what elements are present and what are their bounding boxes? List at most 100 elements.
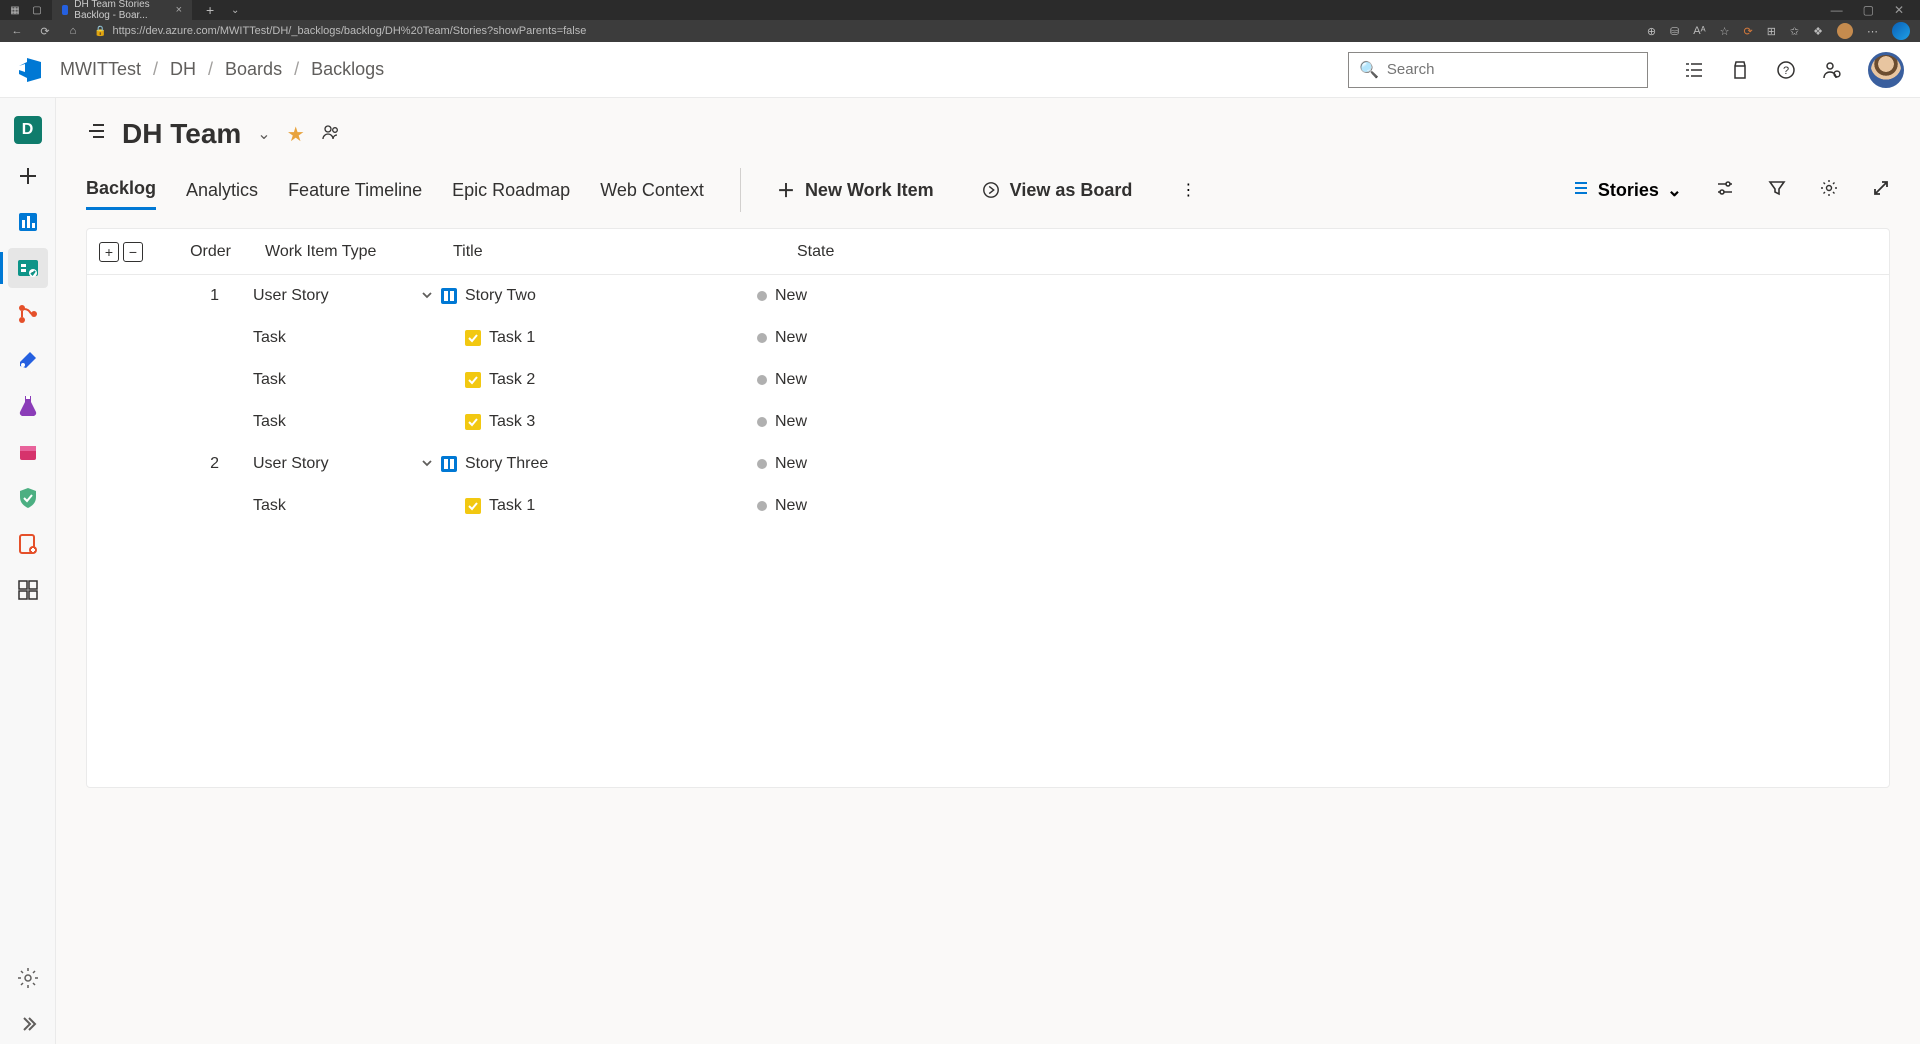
cell-title[interactable]: Task 1 bbox=[441, 329, 703, 347]
maximize-window-icon[interactable]: ▢ bbox=[1863, 3, 1874, 17]
tab-web-context[interactable]: Web Context bbox=[600, 172, 704, 209]
back-button[interactable]: ← bbox=[10, 25, 24, 37]
azure-devops-logo-icon[interactable] bbox=[16, 54, 48, 86]
new-item-button[interactable] bbox=[8, 156, 48, 196]
tab-epic-roadmap[interactable]: Epic Roadmap bbox=[452, 172, 570, 209]
team-name: DH Team bbox=[122, 118, 241, 150]
nav-boards[interactable] bbox=[8, 248, 48, 288]
user-avatar[interactable] bbox=[1868, 52, 1904, 88]
breadcrumb-page[interactable]: Backlogs bbox=[311, 59, 384, 80]
nav-dashboards[interactable] bbox=[8, 570, 48, 610]
nav-pipelines[interactable] bbox=[8, 340, 48, 380]
zoom-icon[interactable]: ⊕ bbox=[1647, 25, 1656, 38]
sidebar-toggle-icon[interactable]: ▢ bbox=[30, 3, 44, 17]
team-members-icon[interactable] bbox=[321, 122, 341, 147]
cell-type: Task bbox=[253, 329, 413, 347]
help-icon[interactable]: ? bbox=[1776, 60, 1796, 80]
breadcrumb-area[interactable]: Boards bbox=[225, 59, 282, 80]
col-header-order[interactable]: Order bbox=[155, 243, 265, 261]
url-text: https://dev.azure.com/MWITTest/DH/_backl… bbox=[112, 25, 586, 37]
breadcrumb-org[interactable]: MWITTest bbox=[60, 59, 141, 80]
favorites-bar-icon[interactable]: ✩ bbox=[1790, 25, 1799, 38]
home-button[interactable]: ⌂ bbox=[66, 25, 80, 37]
breadcrumb-project[interactable]: DH bbox=[170, 59, 196, 80]
user-settings-icon[interactable] bbox=[1822, 60, 1842, 80]
more-actions-icon[interactable]: ⋮ bbox=[1180, 180, 1196, 200]
nav-expand[interactable] bbox=[8, 1004, 48, 1044]
search-box[interactable]: 🔍 bbox=[1348, 52, 1648, 88]
bing-icon[interactable] bbox=[1892, 22, 1910, 40]
text-size-icon[interactable]: Aᴬ bbox=[1693, 25, 1705, 37]
cell-order: 1 bbox=[143, 287, 253, 305]
nav-test-plans[interactable] bbox=[8, 386, 48, 426]
fullscreen-icon[interactable] bbox=[1872, 179, 1890, 202]
state-dot-icon bbox=[757, 291, 767, 301]
backlog-row[interactable]: TaskTask 3New bbox=[87, 401, 1889, 443]
cell-title[interactable]: Task 2 bbox=[441, 371, 703, 389]
col-header-type[interactable]: Work Item Type bbox=[265, 243, 425, 261]
backlog-row[interactable]: 1User StoryStory TwoNew bbox=[87, 275, 1889, 317]
new-tab-button[interactable]: + bbox=[200, 2, 220, 18]
expand-chevron-icon[interactable] bbox=[413, 288, 441, 304]
cell-title[interactable]: Story Three bbox=[441, 455, 703, 473]
nav-artifacts[interactable] bbox=[8, 432, 48, 472]
left-nav-sidebar: D bbox=[0, 98, 56, 1044]
favorite-icon[interactable]: ☆ bbox=[1720, 25, 1730, 38]
refresh-button[interactable]: ⟳ bbox=[38, 25, 52, 38]
lock-icon: 🔒 bbox=[94, 26, 106, 37]
project-tile[interactable]: D bbox=[8, 110, 48, 150]
expand-chevron-icon[interactable] bbox=[413, 456, 441, 472]
team-picker-chevron-icon[interactable]: ⌄ bbox=[257, 124, 270, 144]
marketplace-icon[interactable] bbox=[1730, 60, 1750, 80]
nav-settings[interactable] bbox=[8, 958, 48, 998]
close-window-icon[interactable]: ✕ bbox=[1894, 3, 1904, 17]
nav-overview[interactable] bbox=[8, 202, 48, 242]
profile-avatar-icon[interactable] bbox=[1837, 23, 1853, 39]
extension-icon[interactable]: ❖ bbox=[1813, 25, 1823, 38]
task-icon bbox=[465, 372, 481, 388]
cell-title[interactable]: Task 1 bbox=[441, 497, 703, 515]
tab-analytics[interactable]: Analytics bbox=[186, 172, 258, 209]
toggle-side-panel-icon[interactable] bbox=[86, 121, 106, 147]
backlog-row[interactable]: 2User StoryStory ThreeNew bbox=[87, 443, 1889, 485]
backlog-row[interactable]: TaskTask 1New bbox=[87, 317, 1889, 359]
cell-title[interactable]: Task 3 bbox=[441, 413, 703, 431]
work-items-icon[interactable] bbox=[1684, 60, 1704, 80]
cell-state: New bbox=[743, 287, 903, 305]
backlog-row[interactable]: TaskTask 2New bbox=[87, 359, 1889, 401]
more-icon[interactable]: ⋯ bbox=[1867, 25, 1878, 38]
backlog-row[interactable]: TaskTask 1New bbox=[87, 485, 1889, 527]
minimize-window-icon[interactable]: ― bbox=[1831, 3, 1843, 17]
nav-compliance[interactable] bbox=[8, 478, 48, 518]
filter-icon[interactable] bbox=[1768, 179, 1786, 202]
settings-icon[interactable] bbox=[1820, 179, 1838, 202]
tab-manager-icon[interactable]: ▦ bbox=[8, 3, 22, 17]
tab-dropdown-icon[interactable]: ⌄ bbox=[228, 3, 242, 17]
search-input[interactable] bbox=[1387, 61, 1637, 78]
breadcrumb-sep: / bbox=[153, 59, 158, 80]
collapse-all-button[interactable]: − bbox=[123, 242, 143, 262]
list-icon bbox=[1572, 179, 1590, 202]
tab-feature-timeline[interactable]: Feature Timeline bbox=[288, 172, 422, 209]
col-header-title[interactable]: Title bbox=[453, 243, 743, 261]
nav-repos[interactable] bbox=[8, 294, 48, 334]
breadcrumbs: MWITTest / DH / Boards / Backlogs bbox=[60, 59, 384, 80]
new-work-item-label: New Work Item bbox=[805, 180, 934, 201]
shopping-icon[interactable]: ⛁ bbox=[1670, 25, 1679, 38]
view-as-board-button[interactable]: View as Board bbox=[982, 180, 1133, 201]
backlog-level-dropdown[interactable]: Stories ⌄ bbox=[1572, 179, 1682, 202]
column-options-icon[interactable] bbox=[1716, 179, 1734, 202]
col-header-state[interactable]: State bbox=[783, 243, 943, 261]
sync-icon[interactable]: ⟳ bbox=[1743, 25, 1752, 38]
favorite-star-icon[interactable]: ★ bbox=[287, 122, 305, 147]
cell-title[interactable]: Story Two bbox=[441, 287, 703, 305]
address-bar[interactable]: 🔒 https://dev.azure.com/MWITTest/DH/_bac… bbox=[94, 25, 1633, 37]
state-dot-icon bbox=[757, 459, 767, 469]
expand-all-button[interactable]: + bbox=[99, 242, 119, 262]
new-work-item-button[interactable]: ＋ New Work Item bbox=[777, 180, 934, 201]
collections-icon[interactable]: ⊞ bbox=[1767, 25, 1776, 38]
tab-backlog[interactable]: Backlog bbox=[86, 170, 156, 210]
nav-wiki[interactable] bbox=[8, 524, 48, 564]
close-tab-icon[interactable]: × bbox=[176, 4, 182, 16]
backlog-grid: + − Order Work Item Type Title State 1Us… bbox=[86, 228, 1890, 788]
